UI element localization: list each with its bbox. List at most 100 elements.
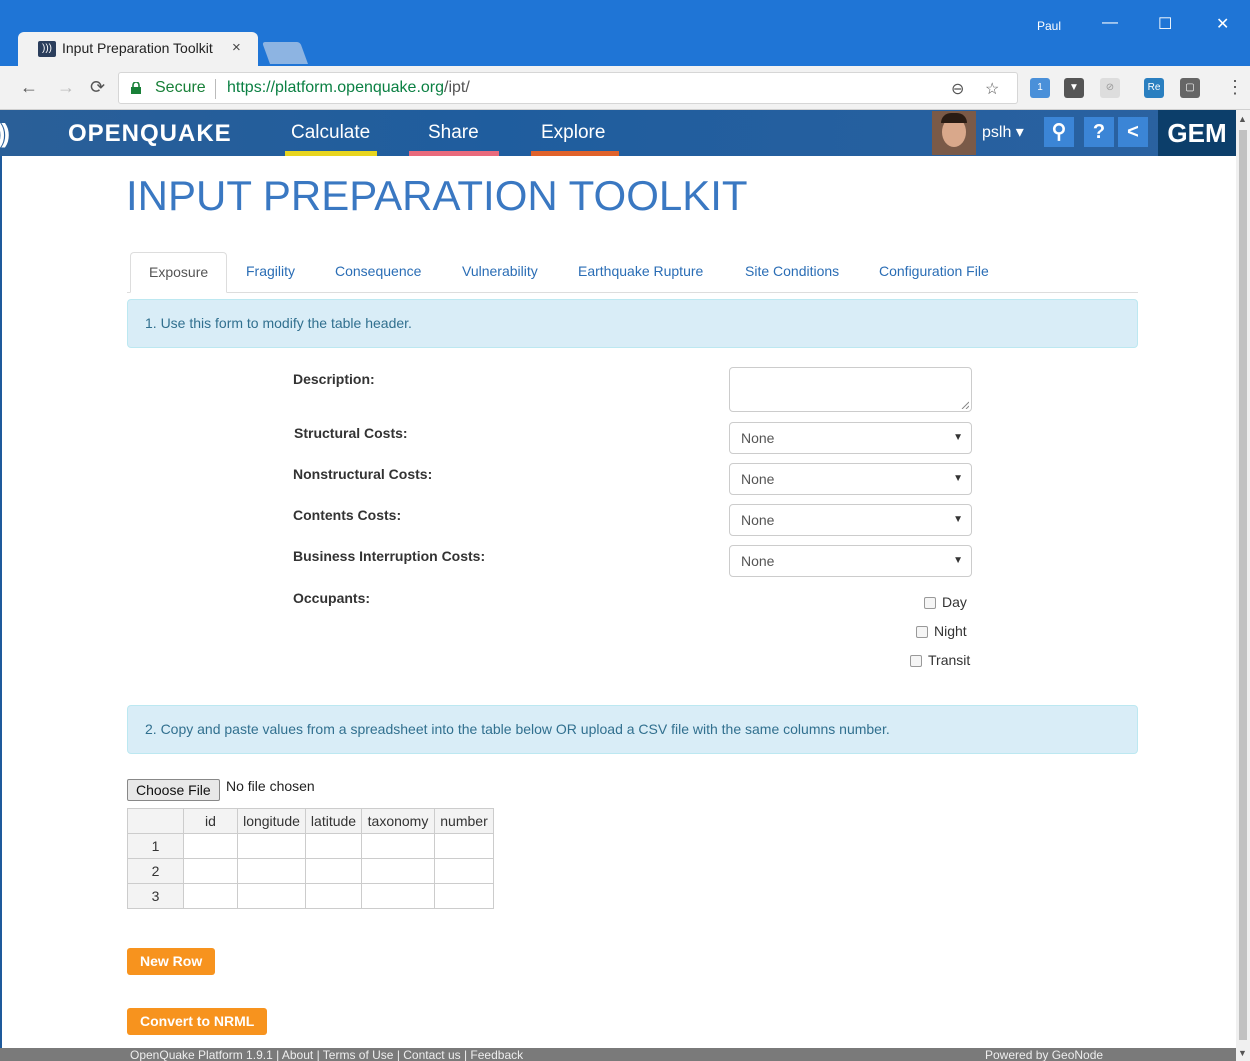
row-header: 3 [127, 883, 184, 909]
nonstructural-costs-select[interactable]: None ▼ [729, 463, 972, 495]
openquake-logo-icon[interactable]: ))) [0, 118, 10, 149]
omnibox[interactable]: Secure https://platform.openquake.org/ip… [118, 72, 1018, 104]
url-host: https://platform.openquake.org [227, 79, 445, 96]
footer-powered-by[interactable]: Powered by GeoNode [985, 1048, 1103, 1061]
contents-costs-value: None [741, 512, 775, 528]
nav-calculate-underline [285, 151, 377, 156]
table-cell[interactable] [237, 883, 306, 909]
table-cell[interactable] [361, 883, 435, 909]
occupants-night-label: Night [934, 623, 967, 639]
row-header: 2 [127, 858, 184, 884]
column-header: longitude [237, 808, 306, 834]
contents-costs-select[interactable]: None ▼ [729, 504, 972, 536]
tab-vulnerability[interactable]: Vulnerability [444, 252, 556, 293]
nav-explore-underline [531, 151, 619, 156]
table-cell[interactable] [183, 833, 238, 859]
browser-tab[interactable]: ))) Input Preparation Toolkit × [18, 32, 258, 66]
footer-links[interactable]: OpenQuake Platform 1.9.1 | About | Terms… [130, 1048, 523, 1061]
reload-icon[interactable]: ⟳ [90, 77, 105, 98]
contents-costs-label: Contents Costs: [293, 507, 402, 523]
description-label: Description: [293, 371, 375, 387]
new-tab-button[interactable] [261, 42, 309, 64]
search-icon[interactable]: ⚲ [1044, 117, 1074, 147]
checkbox-icon[interactable] [910, 655, 922, 667]
help-icon[interactable]: ? [1084, 117, 1114, 147]
page-footer: OpenQuake Platform 1.9.1 | About | Terms… [0, 1048, 1236, 1061]
data-table: id longitude latitude taxonomy number 1 … [127, 808, 494, 909]
occupants-night-checkbox[interactable]: Night [916, 623, 967, 639]
tab-earthquake-rupture[interactable]: Earthquake Rupture [560, 252, 721, 293]
tab-configuration-file[interactable]: Configuration File [861, 252, 1007, 293]
nav-calculate[interactable]: Calculate [291, 122, 370, 144]
file-status: No file chosen [226, 778, 315, 794]
chevron-down-icon: ▼ [953, 514, 963, 525]
business-interruption-select[interactable]: None ▼ [729, 545, 972, 577]
chevron-down-icon: ▼ [953, 473, 963, 484]
tab-site-conditions[interactable]: Site Conditions [727, 252, 857, 293]
nav-explore[interactable]: Explore [541, 122, 605, 144]
zoom-icon[interactable]: ⊖ [951, 79, 964, 99]
table-header-row: id longitude latitude taxonomy number [127, 808, 494, 834]
table-cell[interactable] [361, 858, 435, 884]
table-cell[interactable] [183, 858, 238, 884]
table-cell[interactable] [434, 858, 494, 884]
tab-fragility[interactable]: Fragility [228, 252, 313, 293]
nav-share[interactable]: Share [428, 122, 479, 144]
checkbox-icon[interactable] [916, 626, 928, 638]
table-cell[interactable] [305, 883, 362, 909]
address-bar-row: ← → ⟳ Secure https://platform.openquake.… [0, 66, 1250, 110]
table-cell[interactable] [183, 883, 238, 909]
minimize-icon[interactable]: — [1102, 14, 1118, 32]
occupants-transit-checkbox[interactable]: Transit [910, 652, 970, 668]
readcube-label: Re [1147, 82, 1161, 93]
table-row: 2 [127, 858, 494, 884]
occupants-transit-label: Transit [928, 652, 971, 668]
avatar[interactable] [932, 111, 976, 155]
window-close-icon[interactable]: ✕ [1216, 14, 1229, 34]
new-row-button[interactable]: New Row [127, 948, 216, 975]
table-cell[interactable] [361, 833, 435, 859]
maximize-icon[interactable]: ☐ [1158, 14, 1172, 34]
checkbox-icon[interactable] [924, 597, 936, 609]
structural-costs-select[interactable]: None ▼ [729, 422, 972, 454]
description-textarea[interactable] [729, 367, 972, 412]
resize-handle-icon[interactable] [961, 401, 969, 409]
chrome-menu-icon[interactable]: ⋮ [1226, 77, 1244, 98]
convert-to-nrml-button[interactable]: Convert to NRML [127, 1008, 268, 1035]
disabled-extension-icon[interactable]: ⊘ [1100, 78, 1120, 98]
url-text[interactable]: https://platform.openquake.org/ipt/ [227, 79, 470, 97]
table-cell[interactable] [305, 833, 362, 859]
scroll-down-icon[interactable]: ▼ [1238, 1048, 1247, 1058]
gem-logo[interactable]: GEM [1158, 110, 1236, 156]
table-cell[interactable] [434, 833, 494, 859]
openquake-logo-text[interactable]: OPENQUAKE [68, 120, 232, 148]
column-header: id [183, 808, 238, 834]
table-cell[interactable] [237, 833, 306, 859]
business-interruption-value: None [741, 553, 775, 569]
share-icon[interactable]: < [1118, 117, 1148, 147]
table-cell[interactable] [237, 858, 306, 884]
readcube-extension-icon[interactable]: Re [1144, 78, 1164, 98]
forward-icon[interactable]: → [57, 77, 75, 98]
scroll-thumb[interactable] [1239, 130, 1247, 1040]
structural-costs-value: None [741, 430, 775, 446]
table-cell[interactable] [434, 883, 494, 909]
tab-consequence[interactable]: Consequence [317, 252, 439, 293]
scroll-up-icon[interactable]: ▲ [1238, 114, 1247, 124]
table-row: 3 [127, 883, 494, 909]
ghostery-extension-icon[interactable]: 1 [1030, 78, 1050, 98]
bookmark-star-icon[interactable]: ☆ [985, 79, 999, 99]
square-extension-icon[interactable]: ▢ [1180, 78, 1200, 98]
tab-exposure[interactable]: Exposure [130, 252, 228, 293]
openquake-favicon-icon: ))) [38, 41, 56, 57]
choose-file-button[interactable]: Choose File [127, 779, 220, 801]
user-menu[interactable]: pslh ▾ [982, 122, 1024, 142]
back-icon[interactable]: ← [20, 77, 38, 98]
column-header: latitude [305, 808, 362, 834]
pocket-extension-icon[interactable]: ▼ [1064, 78, 1084, 98]
page-scrollbar[interactable]: ▲ ▼ [1236, 110, 1250, 1061]
extension-badge: 1 [1037, 82, 1043, 93]
occupants-day-checkbox[interactable]: Day [924, 594, 967, 610]
table-cell[interactable] [305, 858, 362, 884]
tab-close-icon[interactable]: × [232, 39, 241, 56]
